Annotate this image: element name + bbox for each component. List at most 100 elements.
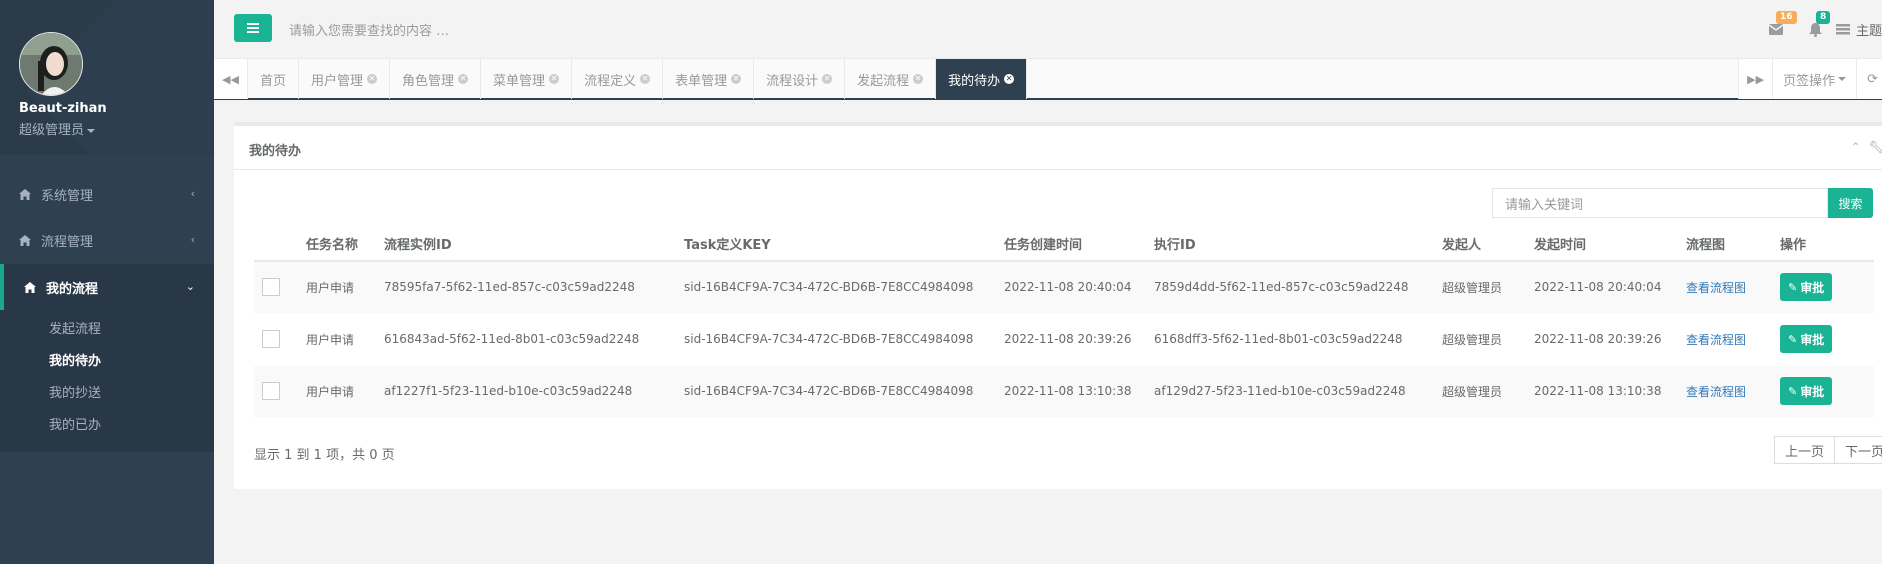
column-header-checkbox — [254, 226, 298, 262]
column-header: 任务创建时间 — [996, 226, 1146, 262]
avatar[interactable] — [19, 32, 83, 96]
close-icon[interactable]: ✕ — [458, 74, 469, 84]
row-checkbox[interactable] — [262, 382, 280, 400]
menu-toggle-button[interactable] — [234, 14, 272, 42]
column-header: 流程图 — [1678, 226, 1772, 262]
close-icon[interactable]: ✕ — [822, 74, 833, 84]
view-diagram-link[interactable]: 查看流程图 — [1686, 385, 1746, 399]
home-icon — [19, 188, 33, 200]
edit-icon: ✎ — [1788, 280, 1798, 294]
global-search-input[interactable]: 请输入您需要查找的内容 … — [289, 20, 449, 39]
tabs-scroll-right-button[interactable]: ▶▶ — [1738, 59, 1773, 99]
task-key: sid-16B4CF9A-7C34-472C-BD6B-7E8CC4984098 — [676, 313, 996, 366]
close-icon[interactable]: ✕ — [1004, 74, 1015, 84]
execution-id: af129d27-5f23-11ed-b10e-c03c59ad2248 — [1146, 365, 1434, 418]
tab-ops-label: 页签操作 — [1783, 73, 1836, 89]
bell-icon — [1809, 22, 1823, 37]
starter: 超级管理员 — [1434, 365, 1526, 418]
backward-icon: ◀◀ — [222, 72, 239, 86]
tab-user-management[interactable]: 用户管理 ✕ — [299, 59, 391, 99]
close-icon[interactable]: ✕ — [731, 74, 742, 84]
submenu-item-todo[interactable]: 我的待办 — [49, 350, 101, 369]
execution-id: 7859d4dd-5f62-11ed-857c-c03c59ad2248 — [1146, 261, 1434, 314]
sidebar-item-system[interactable]: 系统管理 ‹ — [0, 171, 214, 217]
column-header: Task定义KEY — [676, 226, 996, 262]
start-time: 2022-11-08 20:40:04 — [1526, 261, 1678, 314]
home-icon — [19, 234, 33, 246]
column-header: 任务名称 — [298, 226, 376, 262]
tab-role-management[interactable]: 角色管理 ✕ — [390, 59, 482, 99]
chevron-up-icon[interactable]: ⌃ — [1851, 140, 1861, 154]
page-tab-bar: ◀◀ 首页 用户管理 ✕ 角色管理 ✕ 菜单管理 ✕ 流程定义 ✕ 表单管理 ✕ 流程设计… — [214, 59, 1882, 100]
mail-button[interactable]: 16 — [1756, 0, 1797, 59]
submenu-item-start[interactable]: 发起流程 — [49, 318, 101, 337]
sidebar-item-my-process[interactable]: 我的流程 ⌄ — [0, 264, 214, 310]
view-diagram-link[interactable]: 查看流程图 — [1686, 333, 1746, 347]
column-header: 发起时间 — [1526, 226, 1678, 262]
envelope-icon — [1768, 24, 1783, 35]
view-diagram-link[interactable]: 查看流程图 — [1686, 281, 1746, 295]
panel-header: 我的待办 ⌃ 🔧︎ ✕ — [234, 126, 1882, 170]
tab-label: 发起流程 — [857, 73, 910, 89]
tab-label: 角色管理 — [402, 73, 455, 89]
row-checkbox-cell — [254, 365, 298, 418]
todo-table: 任务名称 流程实例ID Task定义KEY 任务创建时间 执行ID 发起人 发起… — [254, 226, 1874, 418]
tab-home[interactable]: 首页 — [248, 59, 300, 99]
close-icon[interactable]: ✕ — [913, 74, 924, 84]
prev-page-button[interactable]: 上一页 — [1774, 436, 1836, 464]
tab-actions: ▶▶ 页签操作 ⟳ — [1738, 59, 1882, 99]
user-role-label: 超级管理员 — [19, 123, 85, 138]
sidebar-item-process[interactable]: 流程管理 ‹ — [0, 217, 214, 263]
row-checkbox[interactable] — [262, 278, 280, 297]
chevron-left-icon: ‹ — [190, 233, 195, 246]
approve-button[interactable]: ✎ 审批 — [1780, 377, 1833, 405]
chevron-left-icon: ‹ — [190, 187, 195, 200]
action-cell: ✎ 审批 — [1772, 365, 1874, 418]
start-time: 2022-11-08 13:10:38 — [1526, 365, 1678, 418]
tab-form-management[interactable]: 表单管理 ✕ — [663, 59, 755, 99]
edit-icon: ✎ — [1788, 384, 1798, 398]
close-icon[interactable]: ✕ — [367, 74, 378, 84]
close-icon[interactable]: ✕ — [640, 74, 651, 84]
row-checkbox[interactable] — [262, 330, 280, 348]
tab-my-todo[interactable]: 我的待办 ✕ — [936, 59, 1028, 99]
task-key: sid-16B4CF9A-7C34-472C-BD6B-7E8CC4984098 — [676, 365, 996, 418]
created-time: 2022-11-08 13:10:38 — [996, 365, 1146, 418]
user-role-dropdown[interactable]: 超级管理员 — [19, 119, 96, 138]
tab-process-definition[interactable]: 流程定义 ✕ — [572, 59, 664, 99]
next-page-button[interactable]: 下一页 — [1835, 436, 1882, 464]
theme-button[interactable]: 主题 — [1835, 20, 1882, 39]
task-name: 用户申请 — [298, 365, 376, 418]
refresh-button[interactable]: ⟳ — [1856, 59, 1882, 99]
search-button[interactable]: 搜索 — [1828, 188, 1873, 218]
submenu-my-process: 发起流程 我的待办 我的抄送 我的已办 — [0, 310, 214, 452]
tab-ops-dropdown[interactable]: 页签操作 — [1772, 59, 1857, 99]
close-icon[interactable]: ✕ — [549, 74, 560, 84]
task-key: sid-16B4CF9A-7C34-472C-BD6B-7E8CC4984098 — [676, 261, 996, 314]
approve-button[interactable]: ✎ 审批 — [1780, 325, 1833, 353]
wrench-icon[interactable]: 🔧︎ — [1869, 140, 1882, 154]
page-tabs: 首页 用户管理 ✕ 角色管理 ✕ 菜单管理 ✕ 流程定义 ✕ 表单管理 ✕ 流程设计 ✕ 发… — [248, 59, 1028, 99]
tasks-icon — [1835, 24, 1850, 35]
submenu-item-cc[interactable]: 我的抄送 — [49, 382, 101, 401]
keyword-input[interactable]: 请输入关键词 — [1492, 188, 1828, 218]
starter: 超级管理员 — [1434, 261, 1526, 314]
tab-process-design[interactable]: 流程设计 ✕ — [754, 59, 846, 99]
sidebar-item-label: 流程管理 — [41, 234, 94, 250]
mail-count-badge: 16 — [1775, 11, 1797, 24]
approve-label: 审批 — [1800, 280, 1825, 295]
tab-start-process[interactable]: 发起流程 ✕ — [845, 59, 937, 99]
tabs-scroll-left-button[interactable]: ◀◀ — [214, 59, 248, 99]
notification-button[interactable]: 8 — [1796, 0, 1836, 59]
row-checkbox-cell — [254, 313, 298, 366]
tab-menu-management[interactable]: 菜单管理 ✕ — [481, 59, 573, 99]
row-checkbox-cell — [254, 261, 298, 314]
instance-id: 616843ad-5f62-11ed-8b01-c03c59ad2248 — [376, 313, 676, 366]
diagram-cell: 查看流程图 — [1678, 313, 1772, 366]
tab-label: 菜单管理 — [493, 73, 546, 89]
forward-icon: ▶▶ — [1747, 72, 1765, 86]
task-name: 用户申请 — [298, 261, 376, 314]
approve-button[interactable]: ✎ 审批 — [1780, 273, 1833, 302]
submenu-item-done[interactable]: 我的已办 — [49, 414, 101, 433]
profile-panel: Beaut-zihan 超级管理员 — [0, 0, 214, 155]
